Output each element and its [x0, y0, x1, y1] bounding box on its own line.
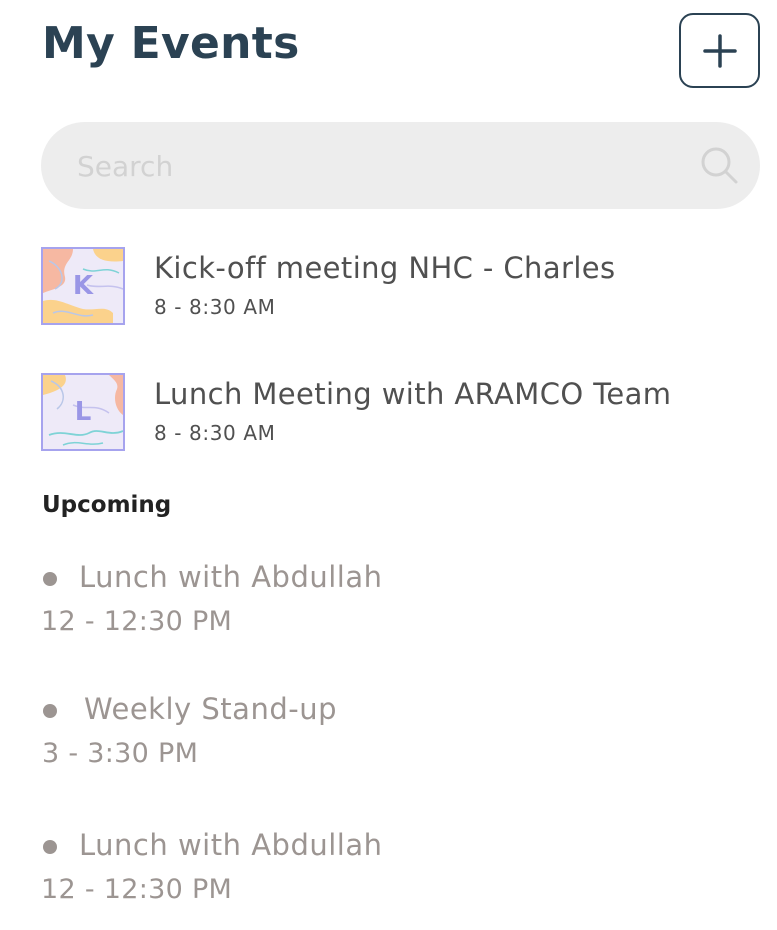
bullet-icon	[43, 840, 57, 854]
bullet-icon	[43, 572, 57, 586]
event-thumbnail-letter: L	[74, 397, 92, 427]
event-thumbnail: K	[41, 247, 125, 325]
event-title: Kick-off meeting NHC - Charles	[154, 251, 616, 285]
search-bar	[41, 122, 760, 209]
upcoming-heading: Upcoming	[42, 492, 172, 518]
plus-icon	[702, 33, 737, 68]
event-title: Lunch Meeting with ARAMCO Team	[154, 377, 672, 411]
upcoming-item-time: 12 - 12:30 PM	[41, 874, 233, 905]
page-title: My Events	[42, 18, 300, 69]
event-item[interactable]: L Lunch Meeting with ARAMCO Team 8 - 8:3…	[41, 373, 741, 453]
event-thumbnail-letter: K	[72, 271, 94, 301]
search-icon[interactable]	[698, 144, 740, 186]
upcoming-item-time: 12 - 12:30 PM	[41, 606, 233, 637]
event-thumbnail: L	[41, 373, 125, 451]
event-time: 8 - 8:30 AM	[154, 421, 276, 445]
event-time: 8 - 8:30 AM	[154, 295, 276, 319]
upcoming-item-title: Lunch with Abdullah	[79, 828, 383, 862]
add-event-button[interactable]	[679, 13, 760, 88]
upcoming-item-time: 3 - 3:30 PM	[42, 738, 199, 769]
upcoming-item-title: Weekly Stand-up	[84, 692, 337, 726]
bullet-icon	[43, 704, 57, 718]
upcoming-item[interactable]: Weekly Stand-up 3 - 3:30 PM	[41, 685, 741, 769]
upcoming-item[interactable]: Lunch with Abdullah 12 - 12:30 PM	[41, 821, 741, 905]
upcoming-item[interactable]: Lunch with Abdullah 12 - 12:30 PM	[41, 553, 741, 637]
upcoming-item-title: Lunch with Abdullah	[79, 560, 383, 594]
search-input[interactable]	[77, 148, 657, 184]
event-item[interactable]: K Kick-off meeting NHC - Charles 8 - 8:3…	[41, 247, 741, 327]
